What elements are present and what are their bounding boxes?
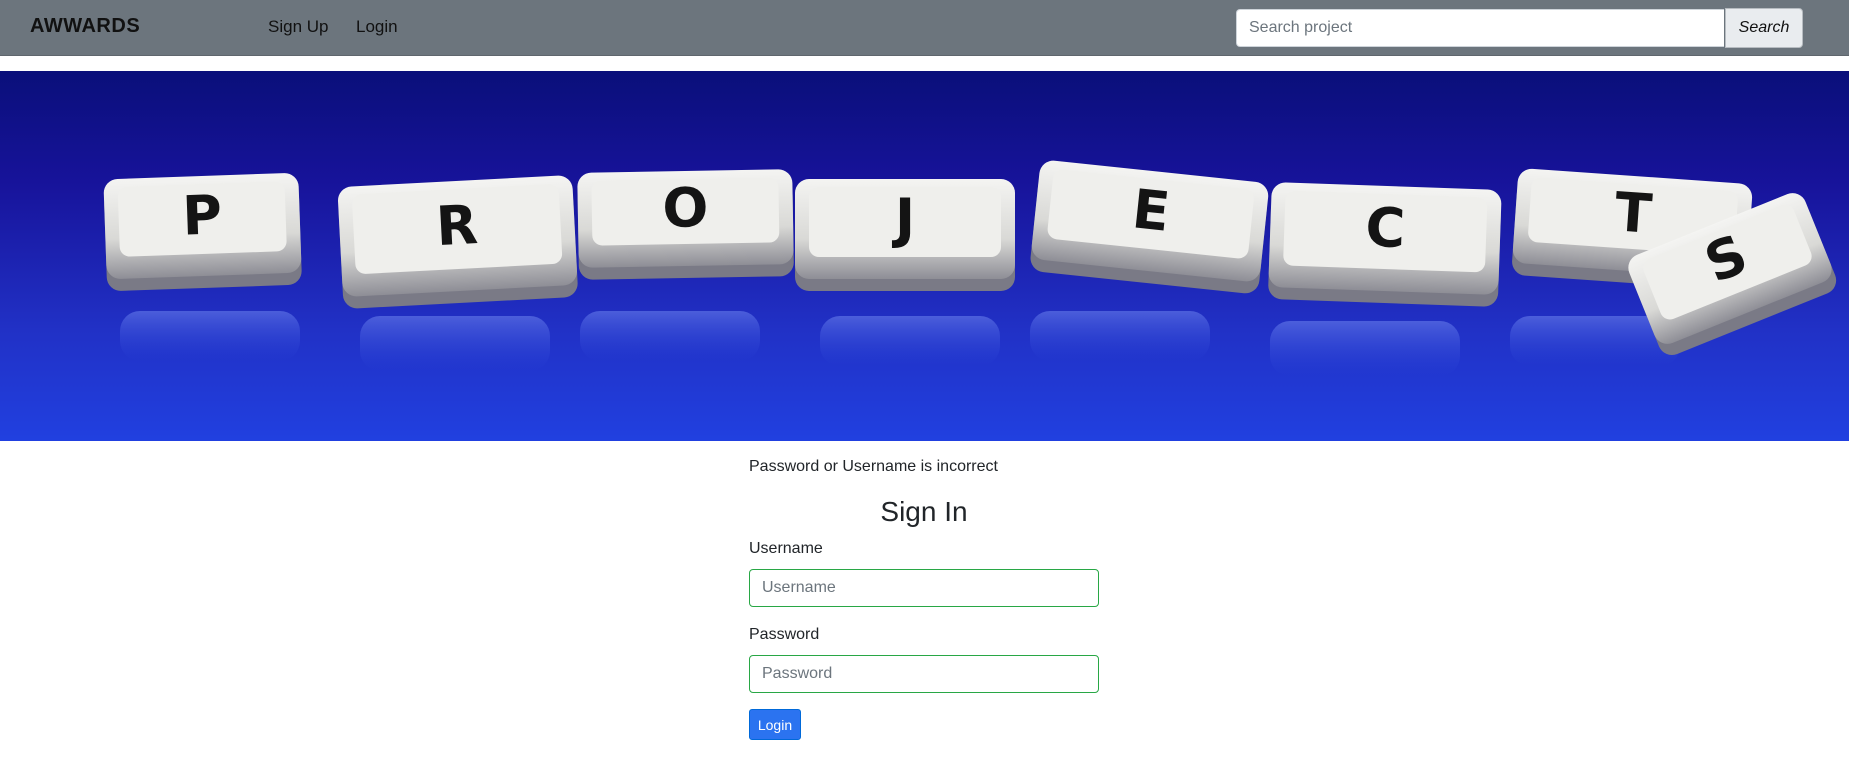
- key-letter: O: [662, 176, 709, 240]
- brand-logo[interactable]: AWWARDS: [30, 15, 140, 38]
- nav-sign-up-link[interactable]: Sign Up: [268, 17, 328, 37]
- key-letter: R: [435, 193, 480, 258]
- password-label: Password: [749, 626, 820, 643]
- username-label: Username: [749, 540, 823, 557]
- login-submit-button[interactable]: Login: [749, 709, 801, 740]
- key-letter: E: [1129, 177, 1172, 244]
- username-input[interactable]: [749, 569, 1099, 607]
- key-letter: C: [1364, 196, 1406, 260]
- nav-login-link[interactable]: Login: [356, 17, 398, 37]
- login-error-message: Password or Username is incorrect: [749, 458, 998, 475]
- key-reflections: [120, 311, 1680, 376]
- search-input[interactable]: [1236, 9, 1724, 47]
- password-input[interactable]: [749, 655, 1099, 693]
- key-r: R: [337, 175, 578, 309]
- projects-keyboard-keys-illustration: P R O J E C TS: [103, 160, 1837, 376]
- top-navbar: AWWARDS Sign Up Login Search: [0, 0, 1849, 56]
- key-e: E: [1030, 160, 1269, 294]
- sign-in-title: Sign In: [880, 496, 968, 527]
- key-j: J: [795, 179, 1015, 291]
- key-o: O: [577, 169, 794, 280]
- key-p: P: [103, 173, 302, 291]
- search-button[interactable]: Search: [1725, 8, 1803, 48]
- hero-banner-image: PROJECTS: [0, 71, 1849, 441]
- key-letter: P: [181, 183, 223, 247]
- key-letter: J: [891, 187, 915, 250]
- key-letter: T: [1613, 180, 1654, 245]
- key-c: C: [1268, 182, 1502, 307]
